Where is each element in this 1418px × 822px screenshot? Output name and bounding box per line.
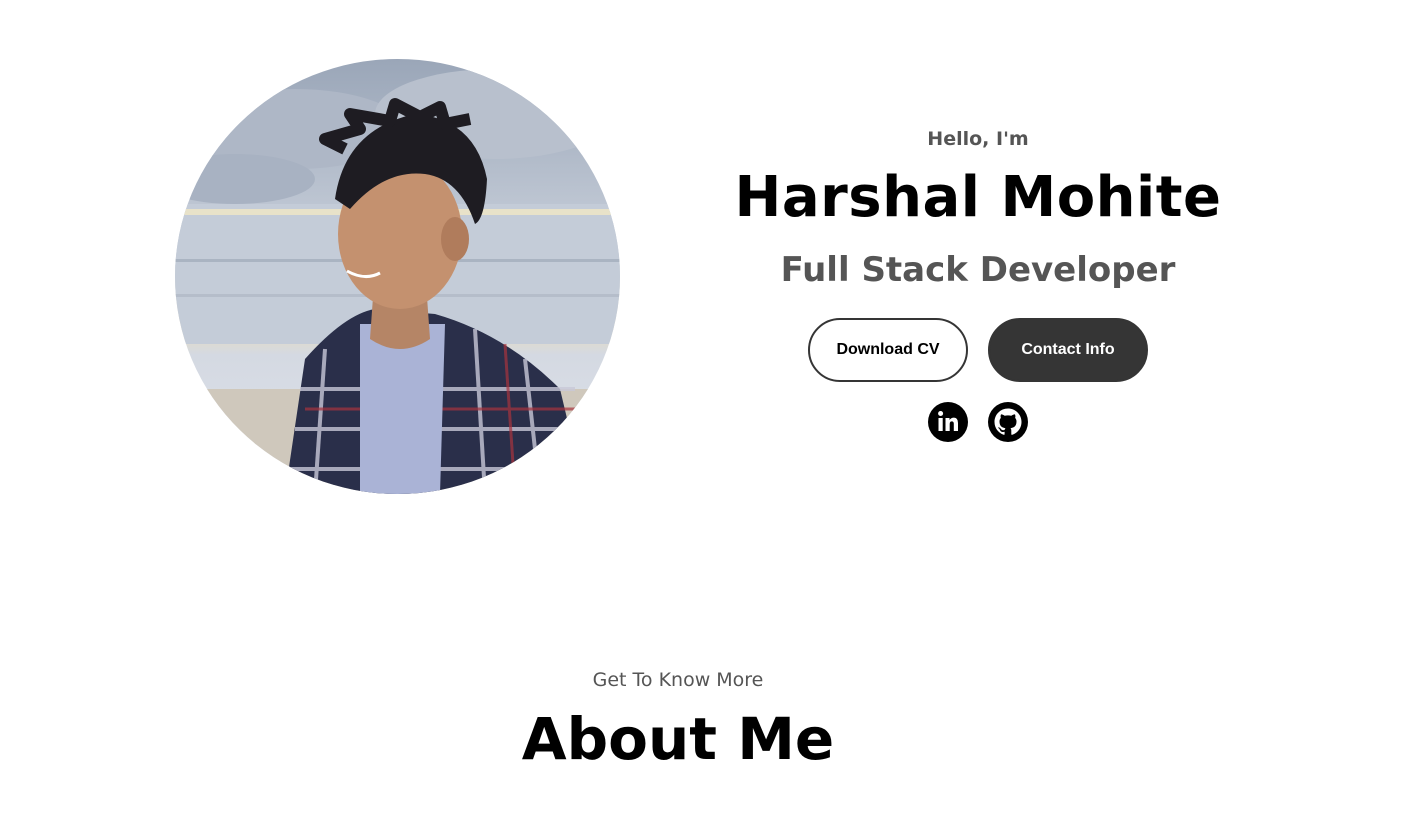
download-cv-button[interactable]: Download CV bbox=[808, 318, 968, 382]
github-icon bbox=[988, 402, 1028, 442]
about-title: About Me bbox=[521, 705, 835, 773]
github-link[interactable] bbox=[988, 402, 1028, 442]
profile-photo bbox=[175, 59, 620, 494]
name-heading: Harshal Mohite bbox=[734, 165, 1222, 230]
contact-info-button[interactable]: Contact Info bbox=[988, 318, 1148, 382]
about-subtitle: Get To Know More bbox=[592, 669, 764, 691]
role-title: Full Stack Developer bbox=[780, 250, 1176, 290]
linkedin-icon bbox=[928, 402, 968, 442]
profile-picture bbox=[175, 59, 620, 494]
greeting-text: Hello, I'm bbox=[927, 128, 1029, 150]
linkedin-link[interactable] bbox=[928, 402, 968, 442]
page: Hello, I'm Harshal Mohite Full Stack Dev… bbox=[0, 0, 1418, 822]
